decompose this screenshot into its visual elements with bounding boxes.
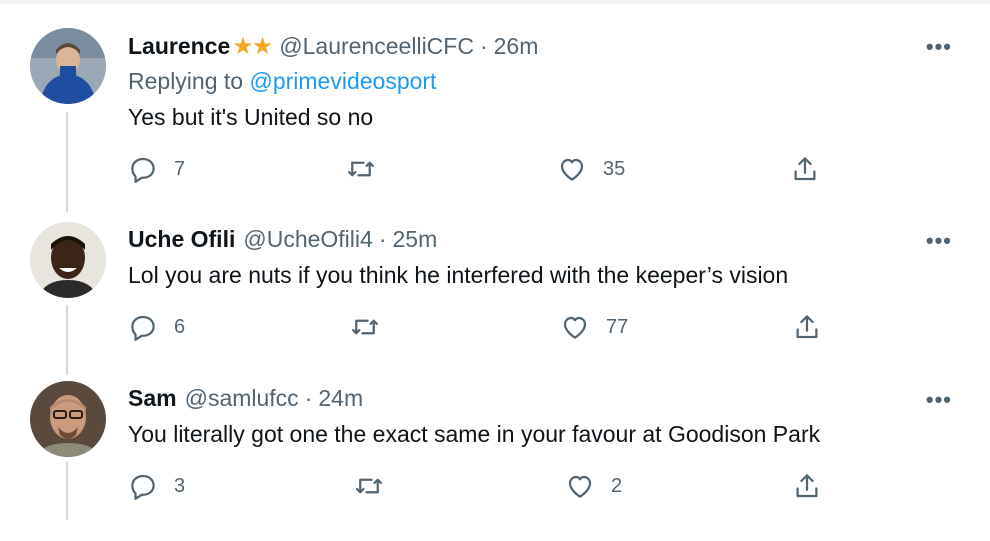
like-button[interactable]: 35 (557, 154, 625, 184)
reply-icon (131, 474, 155, 500)
timestamp[interactable]: 26m (494, 33, 539, 60)
share-icon (794, 157, 816, 181)
display-name[interactable]: Uche Ofili (128, 226, 235, 253)
reply-button[interactable]: 3 (128, 471, 185, 501)
tweet-text: Lol you are nuts if you think he interfe… (128, 262, 789, 288)
timestamp[interactable]: 25m (392, 226, 437, 253)
separator-dot: · (479, 33, 488, 59)
tweet[interactable]: Uche Ofili @UcheOfili4 · 25m ••• Lol you… (0, 222, 990, 382)
like-button[interactable]: 77 (560, 312, 628, 342)
reply-count: 7 (174, 157, 186, 180)
reply-count: 6 (174, 315, 186, 338)
retweet-button[interactable] (354, 471, 400, 501)
retweet-icon (348, 161, 374, 177)
avatar[interactable] (30, 222, 106, 298)
separator-dot: · (304, 385, 313, 411)
tweet-text: Yes but it's United so no (128, 104, 374, 130)
display-name[interactable]: Laurence (128, 33, 230, 60)
like-button[interactable]: 2 (565, 471, 622, 501)
more-icon[interactable]: ••• (926, 387, 952, 413)
star-badge-icon: ★★ (232, 33, 273, 60)
like-icon (568, 475, 592, 498)
retweet-icon (352, 319, 378, 335)
display-name[interactable]: Sam (128, 385, 177, 412)
share-button[interactable] (792, 312, 822, 342)
tweet[interactable]: Laurence ★★ @LaurenceelliCFC · 26m ••• R… (0, 28, 990, 188)
reply-count: 3 (174, 474, 186, 497)
tweet[interactable]: Sam @samlufcc · 24m ••• You literally go… (0, 381, 990, 541)
tweet-actions: 6 77 (0, 312, 990, 342)
reply-icon (131, 157, 155, 183)
share-button[interactable] (792, 471, 822, 501)
user-handle[interactable]: @UcheOfili4 (243, 226, 372, 253)
tweet-actions: 3 2 (0, 471, 990, 501)
avatar[interactable] (30, 28, 106, 104)
retweet-icon (356, 478, 382, 494)
reply-button[interactable]: 7 (128, 154, 185, 184)
share-icon (796, 474, 818, 498)
like-count: 77 (606, 315, 629, 338)
separator-dot: · (378, 226, 387, 252)
share-icon (796, 315, 818, 339)
tweet-text: You literally got one the exact same in … (128, 421, 821, 447)
tweet-actions: 7 35 (0, 154, 990, 184)
like-icon (563, 316, 587, 339)
like-count: 35 (603, 157, 626, 180)
share-button[interactable] (790, 154, 820, 184)
avatar[interactable] (30, 381, 106, 457)
more-icon[interactable]: ••• (926, 228, 952, 254)
replying-to-link[interactable]: @primevideosport (249, 68, 436, 94)
replying-to: Replying to @primevideosport (128, 68, 436, 95)
timestamp[interactable]: 24m (318, 385, 363, 412)
like-count: 2 (611, 474, 623, 497)
user-handle[interactable]: @LaurenceelliCFC (279, 33, 474, 60)
retweet-button[interactable] (346, 154, 392, 184)
reply-icon (131, 315, 155, 341)
like-icon (560, 158, 584, 181)
reply-button[interactable]: 6 (128, 312, 185, 342)
replying-prefix: Replying to (128, 68, 244, 94)
more-icon[interactable]: ••• (926, 34, 952, 60)
user-handle[interactable]: @samlufcc (185, 385, 299, 412)
retweet-button[interactable] (350, 312, 396, 342)
top-divider (0, 0, 990, 4)
